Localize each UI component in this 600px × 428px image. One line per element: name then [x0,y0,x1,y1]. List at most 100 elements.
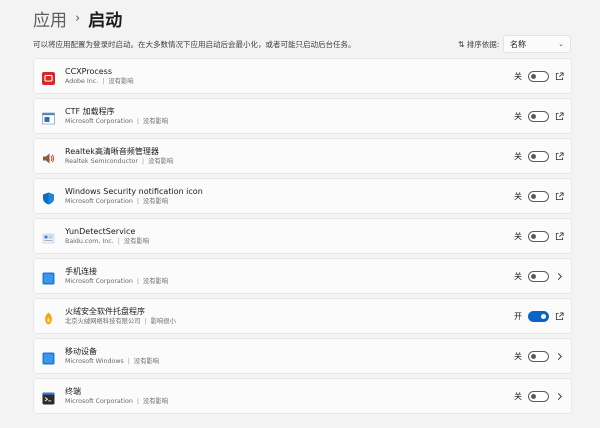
breadcrumb-parent[interactable]: 应用 [33,6,67,31]
speaker-icon [42,150,55,164]
app-info: CTF 加载程序 Microsoft Corporation | 没有影响 [65,106,168,127]
app-publisher: Realtek Semiconductor [65,158,138,165]
app-impact: 没有影响 [133,358,160,365]
toggle-knob [531,274,536,279]
toggle-state-label: 关 [514,232,522,241]
meta-separator: | [102,78,105,85]
toggle-knob [531,154,536,159]
page-title: 启动 [88,10,123,31]
startup-app-row: Realtek高清晰音频管理器 Realtek Semiconductor | 没有影… [33,138,572,174]
app-publisher: Microsoft Corporation [65,398,133,405]
app-publisher: Microsoft Corporation [65,198,133,205]
startup-toggle[interactable] [528,271,549,282]
meta-separator: | [142,158,145,165]
meta-separator: | [144,318,147,325]
toggle-knob [541,314,546,319]
open-external-icon[interactable] [554,311,564,321]
startup-app-row: 终端 Microsoft Corporation | 没有影响 关 [33,378,572,414]
breadcrumb: 应用 › 启动 [33,5,122,31]
startup-toggle[interactable] [528,351,549,362]
phone-link-icon [42,270,55,285]
startup-app-row: Windows Security notification icon Micros… [33,178,572,214]
startup-toggle[interactable] [528,111,549,122]
toggle-knob [531,114,536,119]
toggle-state-label: 关 [514,272,522,281]
startup-toggle[interactable] [528,151,549,162]
app-meta: Realtek Semiconductor | 没有影响 [65,157,173,167]
app-impact: 没有影响 [142,278,169,285]
open-external-icon[interactable] [554,111,564,121]
app-publisher: Microsoft Windows [65,358,124,365]
startup-app-row: 移动设备 Microsoft Windows | 没有影响关 [33,338,572,374]
startup-toggle[interactable] [528,231,549,242]
open-external-icon[interactable] [554,191,564,201]
sort-dropdown[interactable]: 名称 ⌄ [503,35,571,53]
open-external-icon[interactable] [554,71,564,81]
startup-app-row: YunDetectService Baidu.com, Inc. | 没有影响关 [33,218,572,254]
app-meta: Microsoft Corporation | 没有影响 [65,117,168,127]
chevron-right-icon[interactable] [554,391,564,401]
app-meta: Microsoft Corporation | 没有影响 [65,277,168,287]
app-info: 移动设备 Microsoft Windows | 没有影响 [65,346,159,367]
chevron-down-icon: ⌄ [558,40,564,48]
sort-icon: ⇅ [458,40,465,49]
toggle-state-label: 开 [514,312,522,321]
sort-label: ⇅ 排序依据: [458,38,499,52]
startup-description: 可以将应用配置为登录时启动。在大多数情况下应用启动后会最小化，或者可能只启动后台… [33,40,356,49]
yun-icon [42,230,55,244]
sort-label-text: 排序依据: [466,40,500,49]
startup-app-row: 手机连接 Microsoft Corporation | 没有影响关 [33,258,572,294]
startup-toggle[interactable] [528,191,549,202]
toggle-state-label: 关 [514,72,522,81]
toggle-knob [531,74,536,79]
app-meta: Microsoft Corporation | 没有影响 [65,197,203,207]
app-name: 手机连接 [65,267,97,276]
open-external-icon[interactable] [554,151,564,161]
app-publisher: Microsoft Corporation [65,118,133,125]
breadcrumb-separator: › [75,10,81,26]
meta-separator: | [136,398,139,405]
startup-app-list: CCXProcess Adobe Inc. | 没有影响关 CTF 加载程序 Micros… [33,58,572,418]
app-info: CCXProcess Adobe Inc. | 没有影响 [65,66,134,87]
terminal-icon [42,390,55,405]
startup-toggle[interactable] [528,71,549,82]
app-meta: Microsoft Corporation | 没有影响 [65,397,168,407]
app-info: Windows Security notification icon Micros… [65,186,203,207]
toggle-state-label: 关 [514,152,522,161]
chevron-right-icon[interactable] [554,271,564,281]
meta-separator: | [136,278,139,285]
huorong-icon [42,310,55,325]
app-name: CTF 加载程序 [65,107,115,116]
app-publisher: Baidu.com, Inc. [65,238,114,245]
app-info: 火绒安全软件托盘程序 北京火绒网络科技有限公司 | 影响很小 [65,306,176,327]
toggle-state-label: 关 [514,112,522,121]
adobe-icon [42,70,55,85]
app-impact: 影响很小 [150,318,176,325]
shield-icon [42,190,55,205]
toggle-knob [531,394,536,399]
toggle-state-label: 关 [514,392,522,401]
app-name: Windows Security notification icon [65,187,203,196]
app-info: 终端 Microsoft Corporation | 没有影响 [65,386,168,407]
app-meta: 北京火绒网络科技有限公司 | 影响很小 [65,317,176,327]
chevron-right-icon[interactable] [554,351,564,361]
app-info: Realtek高清晰音频管理器 Realtek Semiconductor | 没有影… [65,146,173,167]
app-impact: 没有影响 [108,78,134,85]
toggle-state-label: 关 [514,192,522,201]
app-name: 火绒安全软件托盘程序 [65,307,145,316]
app-name: Realtek高清晰音频管理器 [65,147,159,156]
app-meta: Baidu.com, Inc. | 没有影响 [65,237,149,247]
app-impact: 没有影响 [123,238,149,245]
mobile-device-icon [42,350,55,365]
app-name: CCXProcess [65,67,112,76]
meta-separator: | [136,118,139,125]
app-impact: 没有影响 [142,118,169,125]
startup-toggle[interactable] [528,311,549,322]
app-impact: 没有影响 [142,198,169,205]
startup-toggle[interactable] [528,391,549,402]
app-info: 手机连接 Microsoft Corporation | 没有影响 [65,266,168,287]
startup-app-row: 火绒安全软件托盘程序 北京火绒网络科技有限公司 | 影响很小 开 [33,298,572,334]
app-publisher: Microsoft Corporation [65,278,133,285]
app-name: 终端 [65,387,81,396]
open-external-icon[interactable] [554,231,564,241]
